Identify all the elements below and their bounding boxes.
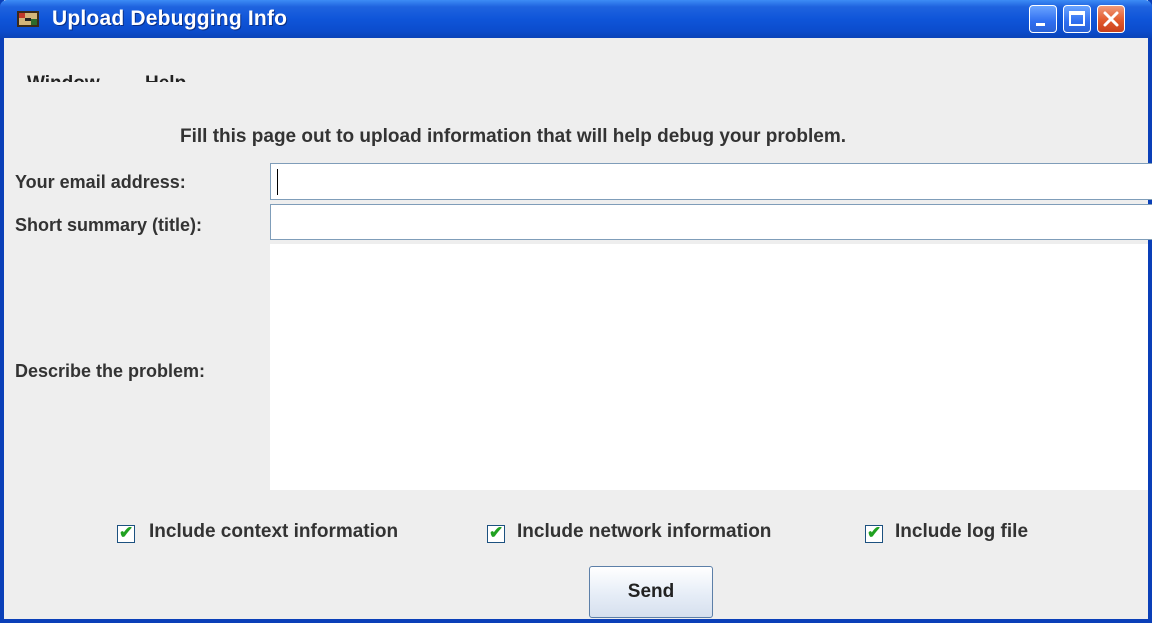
logfile-checkbox[interactable]: ✔: [865, 523, 883, 543]
network-checkbox[interactable]: ✔: [487, 523, 505, 543]
description-textarea[interactable]: [270, 244, 1148, 490]
send-button[interactable]: Send: [589, 566, 713, 618]
title-bar[interactable]: Upload Debugging Info: [0, 0, 1152, 38]
text-caret: [277, 169, 278, 195]
maximize-icon: [1069, 11, 1085, 26]
instructions-text: Fill this page out to upload information…: [180, 126, 847, 147]
checkmark-icon: ✔: [867, 523, 882, 542]
context-checkbox[interactable]: ✔: [117, 523, 135, 543]
logfile-checkbox-label: Include log file: [895, 521, 1029, 542]
minimize-button[interactable]: [1029, 5, 1057, 33]
window-title: Upload Debugging Info: [52, 7, 288, 30]
upload-debugging-window: Upload Debugging Info Window Help Fill t…: [0, 0, 1152, 623]
maximize-button[interactable]: [1063, 5, 1091, 33]
network-checkbox-label: Include network information: [517, 521, 772, 542]
close-icon: [1103, 11, 1119, 27]
close-button[interactable]: [1097, 5, 1125, 33]
description-label: Describe the problem:: [15, 361, 206, 381]
summary-label: Short summary (title):: [15, 215, 203, 235]
minimize-icon: [1036, 23, 1045, 26]
email-label: Your email address:: [15, 172, 186, 192]
checkmark-icon: ✔: [489, 523, 504, 542]
app-icon: [17, 11, 39, 27]
summary-field[interactable]: [270, 204, 1152, 240]
context-checkbox-label: Include context information: [149, 521, 399, 542]
email-field[interactable]: [270, 163, 1152, 200]
checkmark-icon: ✔: [119, 523, 134, 542]
